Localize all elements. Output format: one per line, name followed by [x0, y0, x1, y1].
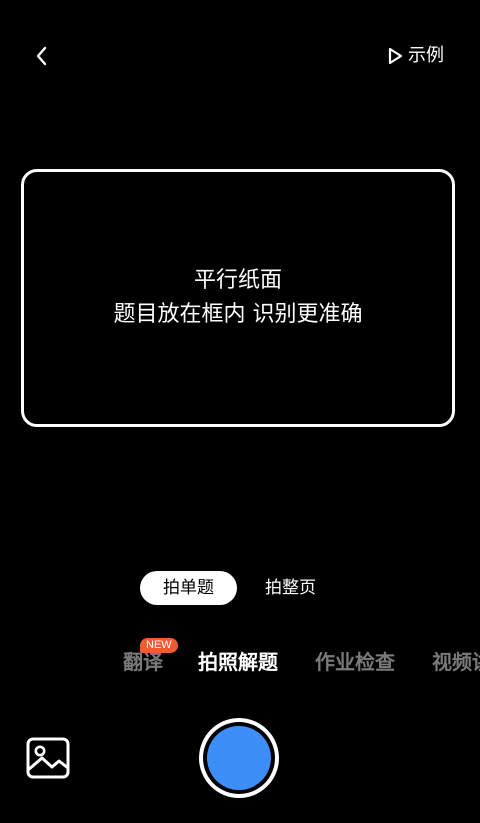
play-outline-icon [388, 47, 403, 65]
tab-photo-solve[interactable]: 拍照解题 [198, 644, 278, 680]
tab-homework-check[interactable]: 作业检查 [315, 644, 395, 680]
example-button[interactable]: 示例 [386, 42, 444, 70]
shutter-button[interactable] [199, 718, 279, 798]
mode-switch: 拍单题 拍整页 [140, 571, 334, 605]
mode-single-question[interactable]: 拍单题 [140, 571, 237, 605]
gallery-button[interactable] [26, 737, 70, 779]
shutter-ring [203, 722, 275, 794]
tab-video-lecture[interactable]: 视频讲解 [432, 644, 480, 680]
feature-tabs: 翻译 拍照解题 作业检查 视频讲解 [0, 644, 480, 680]
new-badge: NEW [140, 638, 178, 653]
image-icon [26, 737, 70, 779]
capture-frame: 平行纸面 题目放在框内 识别更准确 [21, 169, 455, 427]
hint-line-1: 平行纸面 [193, 268, 282, 293]
shutter-icon [207, 726, 271, 790]
example-label: 示例 [408, 45, 444, 66]
hint-line-2: 题目放在框内 识别更准确 [113, 302, 363, 327]
mode-whole-page[interactable]: 拍整页 [247, 571, 334, 605]
back-button[interactable] [24, 38, 60, 74]
chevron-left-icon [36, 46, 47, 66]
